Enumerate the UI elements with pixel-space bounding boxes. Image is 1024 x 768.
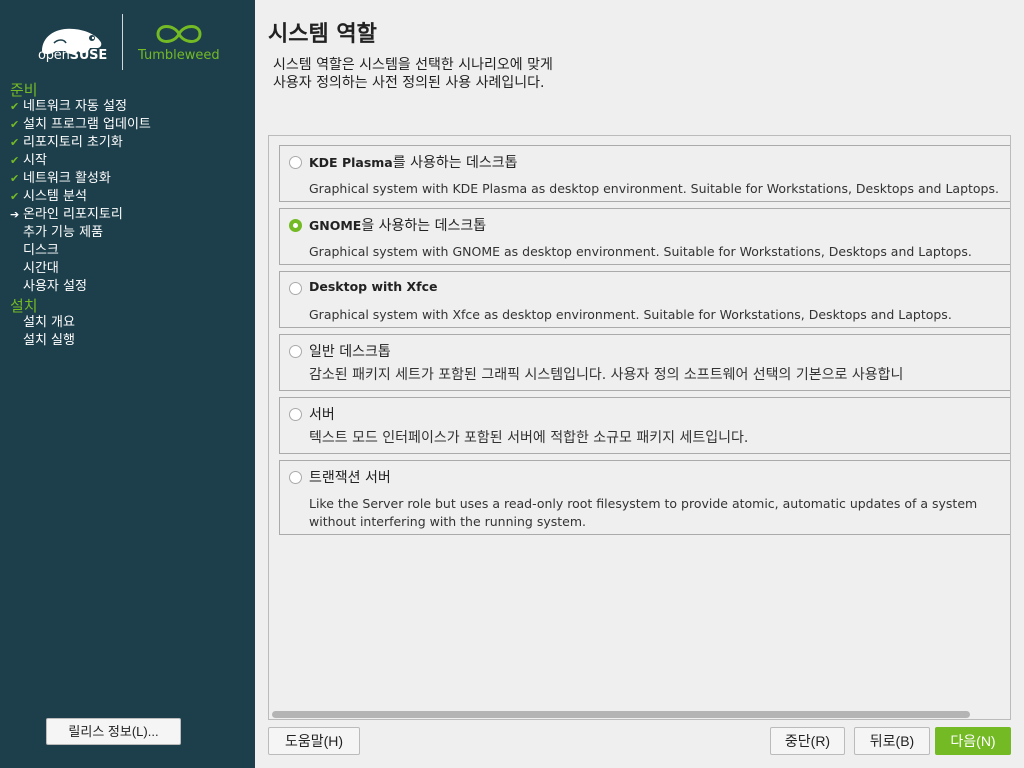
checkmark-icon: ✔ <box>10 136 20 149</box>
sidebar-step-label: 시스템 분석 <box>23 189 87 204</box>
role-title: 서버 <box>309 407 335 423</box>
help-button[interactable]: 도움말(H) <box>268 727 360 755</box>
role-xfce-radio[interactable] <box>289 282 302 295</box>
horizontal-scrollbar[interactable] <box>270 710 1010 719</box>
logo-divider <box>122 14 123 70</box>
role-title: Desktop with Xfce <box>309 279 438 294</box>
logo-area: openSUSE Tumbleweed <box>36 12 226 72</box>
sidebar-step-item: ✔ 시작 <box>10 152 47 170</box>
sidebar-step-label: 설치 실행 <box>23 333 75 348</box>
checkmark-icon: ✔ <box>10 190 20 203</box>
role-transactional-server-radio[interactable] <box>289 471 302 484</box>
tumbleweed-infinity-icon <box>156 25 202 43</box>
sidebar-step-label: 사용자 설정 <box>23 279 87 294</box>
sidebar-step-label: 시작 <box>23 153 47 168</box>
sidebar-step-label: 추가 기능 제품 <box>23 225 104 240</box>
step-group-install: 설치 <box>10 297 38 315</box>
role-title-rest: 를 사용하는 데스크톱 <box>392 155 518 171</box>
role-title: KDE Plasma를 사용하는 데스크톱 <box>309 152 518 172</box>
arrow-right-icon: ➔ <box>10 208 20 221</box>
system-roles-panel: KDE Plasma를 사용하는 데스크톱 Graphical system w… <box>268 135 1011 720</box>
sidebar-step-label: 시간대 <box>23 261 59 276</box>
abort-button[interactable]: 중단(R) <box>770 727 845 755</box>
release-notes-button[interactable]: 릴리스 정보(L)... <box>46 718 181 745</box>
sidebar-step-item: 설치 실행 <box>10 332 75 350</box>
sidebar-step-item: 시간대 <box>10 260 59 278</box>
role-server[interactable]: 서버 텍스트 모드 인터페이스가 포함된 서버에 적합한 소규모 패키지 세트입… <box>279 397 1010 454</box>
sidebar-step-item: 추가 기능 제품 <box>10 224 103 242</box>
sidebar: openSUSE Tumbleweed 준비 ✔ 네트워크 자동 설정 ✔ 설치 프로… <box>0 0 255 768</box>
role-description: Graphical system with KDE Plasma as desk… <box>309 181 999 196</box>
back-button[interactable]: 뒤로(B) <box>854 727 930 755</box>
sidebar-step-item: ✔ 시스템 분석 <box>10 188 87 206</box>
checkmark-icon: ✔ <box>10 118 20 131</box>
role-server-radio[interactable] <box>289 408 302 421</box>
page-description-line2: 사용자 정의하는 사전 정의된 사용 사례입니다. <box>273 75 545 91</box>
role-title: 트랜잭션 서버 <box>309 470 391 486</box>
checkmark-icon: ✔ <box>10 154 20 167</box>
role-kde-plasma[interactable]: KDE Plasma를 사용하는 데스크톱 Graphical system w… <box>279 145 1010 202</box>
role-gnome-radio[interactable] <box>289 219 302 232</box>
horizontal-scrollbar-thumb[interactable] <box>272 711 970 718</box>
role-description: Graphical system with Xfce as desktop en… <box>309 307 952 322</box>
role-description: Like the Server role but uses a read-onl… <box>309 495 977 531</box>
role-description: 감소된 패키지 세트가 포함된 그래픽 시스템입니다. 사용자 정의 소프트웨어… <box>309 367 904 383</box>
role-title: GNOME을 사용하는 데스크톱 <box>309 215 486 235</box>
sidebar-step-item: ✔ 설치 프로그램 업데이트 <box>10 116 151 134</box>
role-title: 일반 데스크톱 <box>309 344 391 360</box>
sidebar-step-item: 설치 개요 <box>10 314 75 332</box>
sidebar-step-item: 사용자 설정 <box>10 278 87 296</box>
role-description: Graphical system with GNOME as desktop e… <box>309 244 972 259</box>
sidebar-step-label: 설치 프로그램 업데이트 <box>23 117 151 132</box>
sidebar-step-item: ✔ 네트워크 활성화 <box>10 170 111 188</box>
sidebar-step-label: 디스크 <box>23 243 59 258</box>
role-xfce[interactable]: Desktop with Xfce Graphical system with … <box>279 271 1010 328</box>
sidebar-step-label: 네트워크 활성화 <box>23 171 111 186</box>
role-transactional-server[interactable]: 트랜잭션 서버 Like the Server role but uses a … <box>279 460 1010 535</box>
page-description: 시스템 역할은 시스템을 선택한 시나리오에 맞게 사용자 정의하는 사전 정의… <box>273 56 553 92</box>
sidebar-step-label: 설치 개요 <box>23 315 75 330</box>
tumbleweed-wordmark: Tumbleweed <box>138 48 220 63</box>
page-title: 시스템 역할 <box>268 22 377 47</box>
role-description-line1: Like the Server role but uses a read-onl… <box>309 496 978 511</box>
next-button[interactable]: 다음(N) <box>935 727 1011 755</box>
role-generic-desktop[interactable]: 일반 데스크톱 감소된 패키지 세트가 포함된 그래픽 시스템입니다. 사용자 … <box>279 334 1010 391</box>
role-gnome[interactable]: GNOME을 사용하는 데스크톱 Graphical system with G… <box>279 208 1010 265</box>
sidebar-step-label: 온라인 리포지토리 <box>23 207 123 222</box>
sidebar-step-label: 리포지토리 초기화 <box>23 135 123 150</box>
checkmark-icon: ✔ <box>10 172 20 185</box>
step-group-prepare: 준비 <box>10 81 38 99</box>
checkmark-icon: ✔ <box>10 100 20 113</box>
role-description-line2: without interfering with the running sys… <box>309 514 586 529</box>
opensuse-wordmark: openSUSE <box>38 48 108 63</box>
sidebar-step-item: ✔ 네트워크 자동 설정 <box>10 98 127 116</box>
sidebar-step-item: ✔ 리포지토리 초기화 <box>10 134 123 152</box>
role-generic-desktop-radio[interactable] <box>289 345 302 358</box>
page-description-line1: 시스템 역할은 시스템을 선택한 시나리오에 맞게 <box>273 57 553 73</box>
role-kde-plasma-radio[interactable] <box>289 156 302 169</box>
sidebar-step-item: 디스크 <box>10 242 59 260</box>
sidebar-step-label: 네트워크 자동 설정 <box>23 99 127 114</box>
role-title-bold: KDE Plasma <box>309 155 393 170</box>
role-title-bold: GNOME <box>309 218 362 233</box>
role-description: 텍스트 모드 인터페이스가 포함된 서버에 적합한 소규모 패키지 세트입니다. <box>309 430 749 446</box>
role-title-rest: 을 사용하는 데스크톱 <box>361 218 487 234</box>
sidebar-step-item: ➔ 온라인 리포지토리 <box>10 206 123 224</box>
